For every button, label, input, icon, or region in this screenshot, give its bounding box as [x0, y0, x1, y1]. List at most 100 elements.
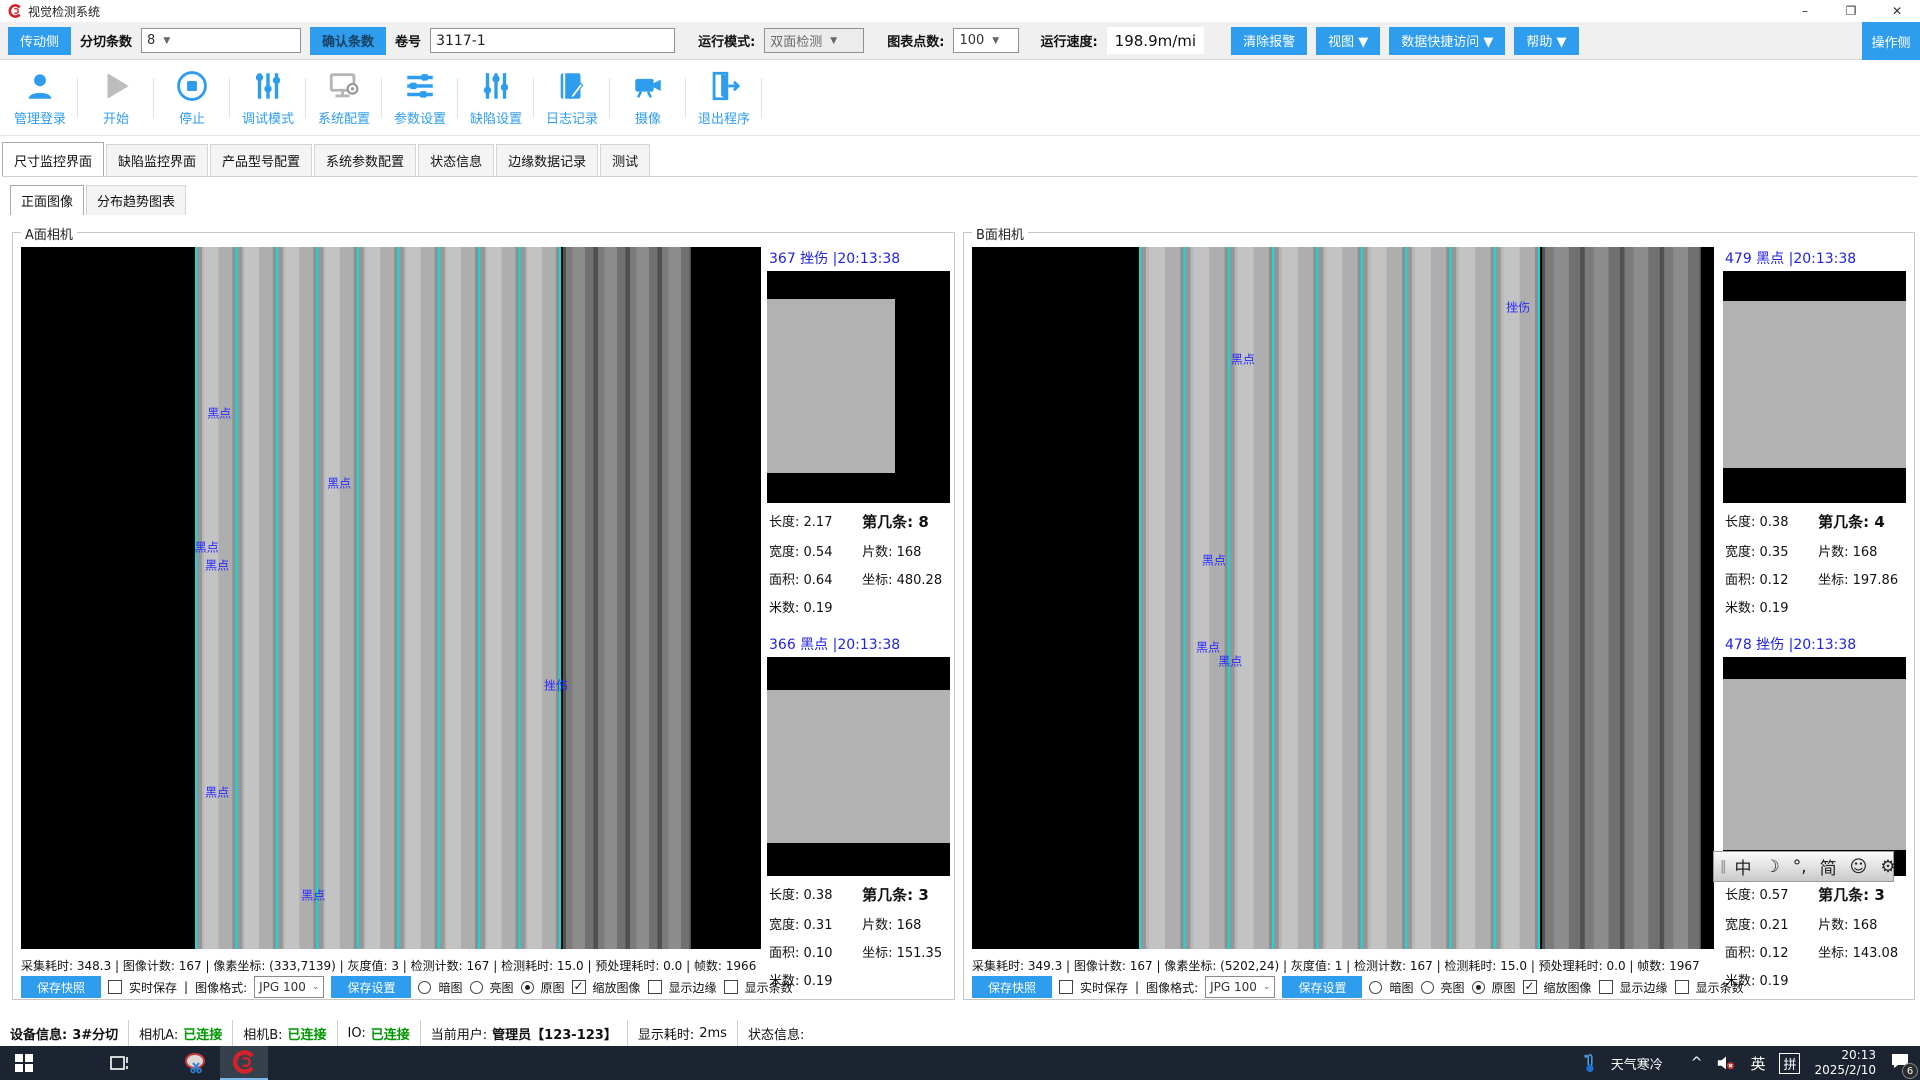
- zoom-image-label: 缩放图像: [593, 979, 641, 996]
- minimize-button[interactable]: –: [1782, 0, 1828, 22]
- show-edge-checkbox[interactable]: [1599, 980, 1613, 994]
- save-snapshot-button[interactable]: 保存快照: [21, 976, 101, 998]
- defect-mark-label: 黑点: [301, 886, 325, 903]
- tab-size-monitor[interactable]: 尺寸监控界面: [2, 142, 104, 176]
- save-snapshot-button[interactable]: 保存快照: [972, 976, 1052, 998]
- tray-expand-button[interactable]: ^: [1691, 1055, 1703, 1071]
- save-settings-button[interactable]: 保存设置: [1282, 976, 1362, 998]
- close-button[interactable]: ✕: [1874, 0, 1920, 22]
- tab-product-model-config[interactable]: 产品型号配置: [210, 144, 312, 176]
- speaker-muted-icon[interactable]: [1716, 1055, 1736, 1071]
- original-image-radio[interactable]: [1472, 981, 1485, 994]
- chart-points-select[interactable]: 100 ▼: [953, 28, 1019, 53]
- clock[interactable]: 20:13 2025/2/10: [1814, 1048, 1876, 1078]
- roll-number-input[interactable]: [430, 28, 675, 53]
- defect-settings-button[interactable]: 缺陷设置: [458, 60, 534, 136]
- defect-card[interactable]: 478 挫伤 |20:13:38 长度: 0.57 第几条: 3 宽度: 0.2…: [1723, 633, 1906, 989]
- start-button[interactable]: 开始: [78, 60, 154, 136]
- stop-button[interactable]: 停止: [154, 60, 230, 136]
- video-camera-icon: [631, 69, 665, 103]
- snipping-app-button[interactable]: [172, 1046, 220, 1080]
- show-edge-label: 显示边缘: [1620, 979, 1668, 996]
- display-time-label: 显示耗时:: [638, 1024, 694, 1043]
- subtab-trend-chart[interactable]: 分布趋势图表: [86, 185, 186, 215]
- ime-language-bar[interactable]: ‖ 中 ☽ °, 简 ☺ ⚙: [1713, 851, 1894, 882]
- ime-bar-item[interactable]: ⚙: [1880, 857, 1895, 877]
- stat-empty: [1818, 970, 1904, 989]
- show-count-checkbox[interactable]: [1675, 980, 1689, 994]
- original-image-radio[interactable]: [521, 981, 534, 994]
- defect-card[interactable]: 367 挫伤 |20:13:38 长度: 2.17 第几条: 8 宽度: 0.5…: [767, 247, 950, 627]
- clock-date: 2025/2/10: [1814, 1063, 1876, 1078]
- image-format-label: 图像格式:: [1146, 979, 1198, 996]
- chevron-down-icon: ⌄: [312, 982, 320, 992]
- exit-program-button[interactable]: 退出程序: [686, 60, 762, 136]
- debug-mode-button[interactable]: 调试模式: [230, 60, 306, 136]
- tab-edge-data-record[interactable]: 边缘数据记录: [496, 144, 598, 176]
- tab-status-info[interactable]: 状态信息: [418, 144, 494, 176]
- ime-bar-item[interactable]: °,: [1793, 857, 1807, 877]
- tab-defect-monitor[interactable]: 缺陷监控界面: [106, 144, 208, 176]
- data-quick-access-button[interactable]: 数据快捷访问 ▼: [1389, 27, 1505, 55]
- bright-image-radio[interactable]: [1421, 981, 1434, 994]
- vision-app-taskbar-button[interactable]: [220, 1046, 268, 1080]
- task-view-button[interactable]: [96, 1046, 144, 1080]
- notification-center-button[interactable]: 6: [1890, 1052, 1910, 1074]
- subtab-front-image[interactable]: 正面图像: [10, 185, 84, 215]
- parameter-settings-button[interactable]: 参数设置: [382, 60, 458, 136]
- drive-side-button[interactable]: 传动侧: [8, 27, 71, 55]
- realtime-save-checkbox[interactable]: [108, 980, 122, 994]
- defect-card[interactable]: 479 黑点 |20:13:38 长度: 0.38 第几条: 4 宽度: 0.3…: [1723, 247, 1906, 627]
- toolbar-item-label: 缺陷设置: [470, 108, 522, 127]
- ime-bar-item[interactable]: ☺: [1850, 857, 1868, 877]
- show-count-checkbox[interactable]: [724, 980, 738, 994]
- help-menu-button[interactable]: 帮助 ▼: [1514, 27, 1578, 55]
- toolbar-item-label: 系统配置: [318, 108, 370, 127]
- stat-meters: 米数: 0.19: [769, 597, 862, 616]
- language-indicator[interactable]: 英: [1750, 1053, 1765, 1074]
- ime-bar-item[interactable]: 中: [1735, 854, 1752, 879]
- zoom-image-checkbox[interactable]: [1523, 980, 1537, 994]
- clear-alarm-button[interactable]: 清除报警: [1231, 27, 1307, 55]
- image-format-select[interactable]: JPG 100 ⌄: [254, 976, 324, 998]
- admin-login-button[interactable]: 管理登录: [2, 60, 78, 136]
- exit-icon: [707, 69, 741, 103]
- view-menu-button[interactable]: 视图 ▼: [1316, 27, 1380, 55]
- stat-length: 长度: 0.38: [769, 884, 862, 905]
- ime-grip-handle[interactable]: ‖: [1720, 859, 1725, 874]
- toolbar-item-label: 管理登录: [14, 108, 66, 127]
- ime-bar-item[interactable]: ☽: [1765, 857, 1780, 877]
- system-config-button[interactable]: 系统配置: [306, 60, 382, 136]
- realtime-save-checkbox[interactable]: [1059, 980, 1073, 994]
- weather-text[interactable]: 天气寒冷: [1611, 1054, 1663, 1073]
- tab-test[interactable]: 测试: [600, 144, 650, 176]
- camera-b-image[interactable]: 挫伤黑点黑点黑点黑点: [972, 247, 1714, 949]
- image-format-select[interactable]: JPG 100 ⌄: [1205, 976, 1275, 998]
- stat-width: 宽度: 0.21: [1725, 914, 1818, 933]
- zoom-image-checkbox[interactable]: [572, 980, 586, 994]
- ime-mode-indicator[interactable]: 拼: [1779, 1053, 1800, 1074]
- tab-system-param-config[interactable]: 系统参数配置: [314, 144, 416, 176]
- log-record-button[interactable]: 日志记录: [534, 60, 610, 136]
- chevron-down-icon: ▼: [992, 36, 999, 46]
- dark-image-radio[interactable]: [418, 981, 431, 994]
- show-edge-checkbox[interactable]: [648, 980, 662, 994]
- maximize-button[interactable]: ❐: [1828, 0, 1874, 22]
- defect-card-stats: 长度: 0.38 第几条: 4 宽度: 0.35 片数: 168 面积: 0.1…: [1723, 503, 1906, 616]
- defect-card-image: [1723, 271, 1906, 503]
- dark-image-radio[interactable]: [1369, 981, 1382, 994]
- video-capture-button[interactable]: 摄像: [610, 60, 686, 136]
- camera-a-image[interactable]: 黑点黑点黑点黑点挫伤黑点黑点: [21, 247, 761, 949]
- stat-coord: 坐标: 197.86: [1818, 569, 1904, 588]
- confirm-count-button[interactable]: 确认条数: [310, 27, 386, 55]
- start-menu-button[interactable]: [0, 1046, 48, 1080]
- bright-image-radio[interactable]: [470, 981, 483, 994]
- divider: |: [1135, 980, 1139, 994]
- run-mode-select[interactable]: 双面检测 ▼: [764, 28, 864, 53]
- ime-bar-item[interactable]: 简: [1820, 854, 1837, 879]
- run-mode-label: 运行模式:: [698, 31, 755, 50]
- slit-count-select[interactable]: 8 ▼: [141, 28, 301, 53]
- save-settings-button[interactable]: 保存设置: [331, 976, 411, 998]
- defect-card[interactable]: 366 黑点 |20:13:38 长度: 0.38 第几条: 3 宽度: 0.3…: [767, 633, 950, 989]
- operate-side-button[interactable]: 操作侧: [1862, 22, 1920, 60]
